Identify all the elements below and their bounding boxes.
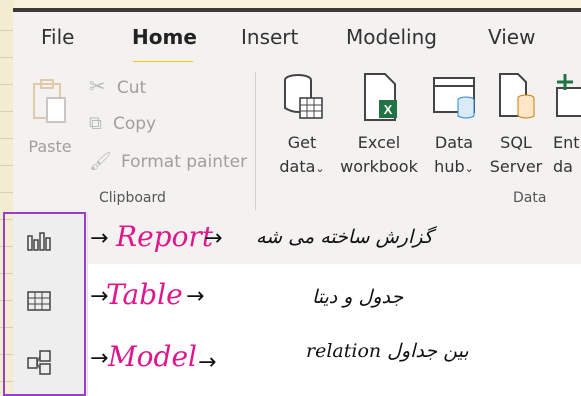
tab-view[interactable]: View bbox=[488, 25, 535, 49]
arrow-icon: → bbox=[186, 284, 205, 309]
svg-text:X: X bbox=[384, 102, 393, 117]
tab-file[interactable]: File bbox=[41, 25, 74, 49]
annotation-model-note: relation بین جداول bbox=[306, 340, 469, 362]
annotation-table: Table bbox=[106, 278, 183, 311]
chevron-down-icon: ⌄ bbox=[315, 162, 325, 175]
data-hub-icon bbox=[433, 77, 475, 119]
arrow-icon: → bbox=[90, 226, 109, 251]
paste-button[interactable]: Paste bbox=[25, 76, 75, 159]
excel-workbook-button[interactable]: X Excel workbook bbox=[337, 70, 421, 179]
tab-modeling[interactable]: Modeling bbox=[346, 25, 437, 49]
excel-icon: X bbox=[364, 73, 397, 121]
get-data-label-2: data bbox=[279, 157, 316, 176]
database-table-icon bbox=[284, 74, 323, 119]
group-separator bbox=[255, 72, 256, 210]
data-group-label: Data bbox=[513, 190, 547, 206]
enter-data-button[interactable]: Ent da bbox=[553, 70, 581, 179]
copy-button[interactable]: ⧉ Copy bbox=[89, 112, 156, 136]
get-data-label-1: Get bbox=[287, 133, 317, 152]
paste-label: Paste bbox=[28, 137, 72, 156]
data-hub-button[interactable]: Data hub⌄ bbox=[425, 70, 483, 181]
format-painter-label: Format painter bbox=[120, 152, 248, 172]
view-switcher-highlight bbox=[3, 212, 86, 396]
data-hub-label-2: hub bbox=[434, 157, 465, 176]
annotation-table-note: جدول و دیتا bbox=[312, 286, 404, 308]
sql-label-2: Server bbox=[489, 157, 543, 176]
enter-data-label-2: da bbox=[553, 157, 573, 176]
powerbi-window: File Home Insert Modeling View Paste ✂ C… bbox=[13, 8, 581, 396]
data-hub-label-1: Data bbox=[434, 133, 474, 152]
ribbon-home: Paste ✂ Cut ⧉ Copy 🖌 Format painter Clip… bbox=[13, 62, 581, 212]
arrow-icon: → bbox=[198, 350, 217, 375]
excel-label-1: Excel bbox=[357, 133, 401, 152]
tab-home[interactable]: Home bbox=[132, 25, 197, 49]
tab-insert[interactable]: Insert bbox=[241, 25, 298, 49]
arrow-icon: → bbox=[90, 346, 109, 371]
copy-icon: ⧉ bbox=[89, 113, 102, 134]
paste-icon bbox=[33, 79, 66, 123]
enter-data-icon bbox=[556, 74, 581, 117]
arrow-icon: → bbox=[204, 226, 223, 251]
annotation-model: Model bbox=[108, 340, 197, 373]
copy-label: Copy bbox=[112, 114, 157, 134]
cut-button[interactable]: ✂ Cut bbox=[89, 74, 146, 100]
chevron-down-icon: ⌄ bbox=[464, 162, 474, 175]
scissors-icon: ✂ bbox=[89, 74, 106, 98]
annotation-report-note: گزارش ساخته می شه bbox=[256, 226, 433, 248]
sql-server-icon bbox=[499, 73, 535, 119]
annotation-report: Report bbox=[116, 220, 214, 253]
format-painter-button[interactable]: 🖌 Format painter bbox=[89, 150, 247, 174]
sql-server-button[interactable]: SQL Server bbox=[487, 70, 545, 179]
cut-label: Cut bbox=[116, 78, 147, 98]
ribbon-tabs: File Home Insert Modeling View bbox=[13, 12, 581, 64]
enter-data-label-1: Ent bbox=[553, 133, 580, 152]
paintbrush-icon: 🖌 bbox=[89, 151, 112, 172]
sql-label-1: SQL bbox=[500, 133, 532, 152]
excel-label-2: workbook bbox=[340, 157, 418, 176]
get-data-button[interactable]: Get data⌄ bbox=[271, 70, 333, 181]
clipboard-group-label: Clipboard bbox=[99, 190, 166, 206]
